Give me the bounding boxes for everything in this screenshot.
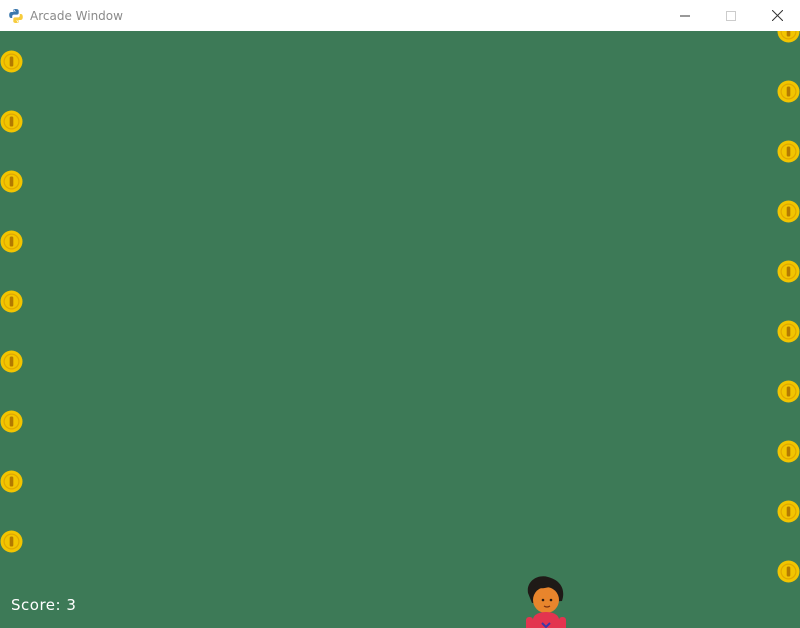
title-bar[interactable]: Arcade Window (0, 0, 800, 31)
coin-icon (0, 470, 23, 493)
minimize-button[interactable] (662, 0, 708, 31)
coin-icon (0, 110, 23, 133)
game-canvas[interactable]: Score: 3 (0, 31, 800, 628)
maximize-icon (726, 10, 736, 21)
coin-icon (0, 50, 23, 73)
player-character-icon (526, 576, 566, 628)
coin-icon (777, 320, 800, 343)
coin-icon (777, 500, 800, 523)
close-icon (771, 10, 783, 21)
coin-icon (777, 31, 800, 43)
close-button[interactable] (754, 0, 800, 31)
maximize-button[interactable] (708, 0, 754, 31)
coin-icon (777, 560, 800, 583)
coin-icon (777, 260, 800, 283)
coin-icon (777, 440, 800, 463)
coin-icon (0, 530, 23, 553)
minimize-icon (680, 15, 690, 16)
coin-icon (0, 230, 23, 253)
arcade-window: Arcade Window Score: 3 (0, 0, 800, 628)
coin-icon (0, 410, 23, 433)
score-label: Score: 3 (11, 596, 77, 614)
coin-icon (777, 380, 800, 403)
window-controls (662, 0, 800, 31)
coin-icon (777, 80, 800, 103)
coin-icon (0, 170, 23, 193)
coin-icon (777, 140, 800, 163)
python-icon (8, 8, 24, 24)
coin-icon (777, 200, 800, 223)
window-title: Arcade Window (30, 8, 123, 23)
coin-icon (0, 290, 23, 313)
coin-icon (0, 350, 23, 373)
